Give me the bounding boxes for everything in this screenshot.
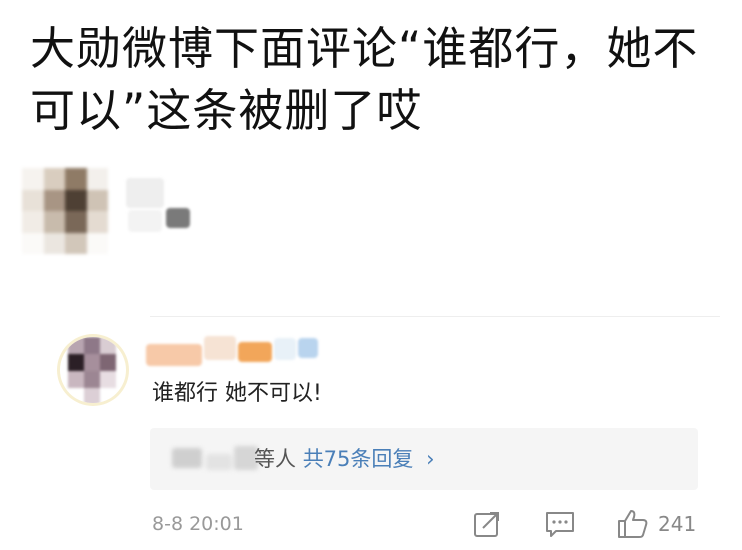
comment-text: 谁都行 她不可以!: [152, 381, 322, 406]
poster-name-blurred-3: [128, 210, 162, 232]
comment-timestamp: 8-8 20:01: [152, 513, 244, 535]
reply-summary[interactable]: 等人 共75条回复 ›: [254, 444, 435, 474]
share-icon: [474, 512, 499, 537]
commenter-name-blurred-5: [298, 338, 318, 358]
chevron-right-icon: ›: [426, 447, 435, 471]
divider: [150, 316, 720, 317]
reply-count-link[interactable]: 共75条回复: [303, 447, 414, 471]
share-button[interactable]: [472, 508, 502, 540]
commenter-name-blurred-3: [238, 342, 272, 362]
comment-button[interactable]: [544, 508, 576, 540]
commenter-avatar[interactable]: [60, 337, 126, 403]
reply-names-blurred: [172, 446, 262, 474]
poster-avatar-blurred[interactable]: [22, 168, 108, 254]
like-count: 241: [658, 512, 697, 536]
commenter-name-blurred-2: [204, 336, 236, 360]
poster-name-blurred[interactable]: [126, 178, 164, 208]
commenter-name-blurred-4: [274, 338, 296, 360]
like-button[interactable]: 241: [616, 508, 696, 540]
poster-name-blurred-2: [166, 208, 190, 228]
thumbs-up-icon: [618, 510, 648, 538]
reply-suffix: 等人: [254, 447, 296, 471]
commenter-name-blurred[interactable]: [146, 344, 202, 366]
reply-preview-box[interactable]: 等人 共75条回复 ›: [150, 428, 698, 490]
post-headline: 大勋微博下面评论“谁都行，她不可以”这条被删了哎: [30, 22, 699, 137]
comment-icon: [546, 512, 574, 537]
